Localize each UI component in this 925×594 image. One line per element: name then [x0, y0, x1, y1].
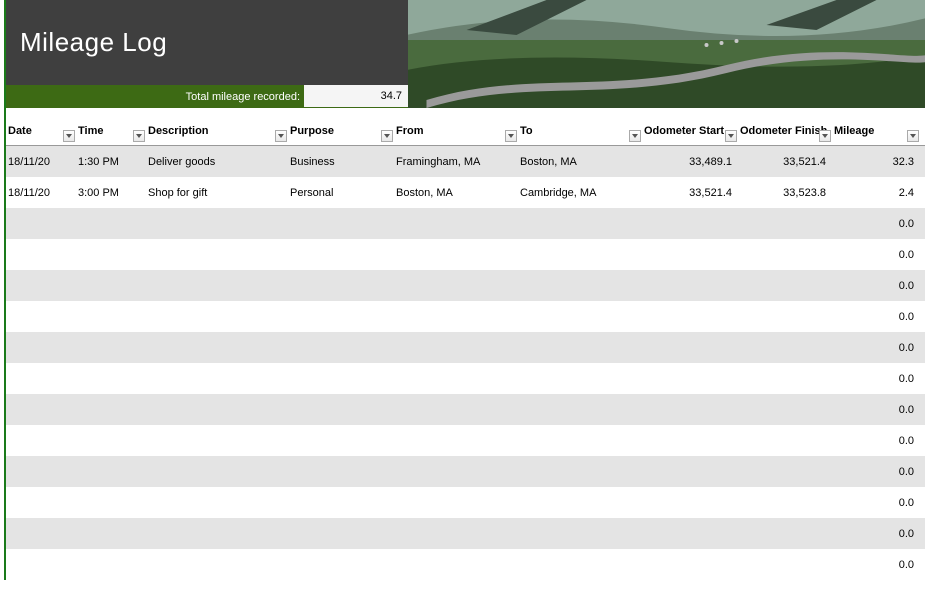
total-label: Total mileage recorded: [6, 85, 304, 108]
col-mileage: Mileage [832, 116, 920, 145]
col-odometer-finish: Odometer Finish [738, 116, 832, 145]
cell[interactable]: 33,521.4 [642, 187, 738, 199]
col-mileage-label: Mileage [834, 125, 874, 137]
cell[interactable]: Deliver goods [146, 156, 288, 168]
table-row[interactable]: 0.0 [6, 487, 925, 518]
cell[interactable]: 0.0 [832, 373, 920, 385]
col-purpose: Purpose [288, 116, 394, 145]
cell[interactable]: Boston, MA [518, 156, 642, 168]
page: Mileage Log Total mileage recorded: 34.7… [4, 0, 925, 580]
table-row[interactable]: 0.0 [6, 425, 925, 456]
header-image [408, 0, 925, 108]
filter-dropdown-icon[interactable] [725, 130, 737, 142]
filter-dropdown-icon[interactable] [505, 130, 517, 142]
header-title-box: Mileage Log [6, 0, 408, 85]
col-date: Date [6, 116, 76, 145]
filter-dropdown-icon[interactable] [819, 130, 831, 142]
cell[interactable]: 0.0 [832, 528, 920, 540]
cell[interactable]: 0.0 [832, 466, 920, 478]
cell[interactable]: 0.0 [832, 497, 920, 509]
cell[interactable]: 0.0 [832, 559, 920, 571]
col-time-label: Time [78, 125, 103, 137]
cell[interactable]: Personal [288, 187, 394, 199]
col-description-label: Description [148, 125, 209, 137]
table-row[interactable]: 0.0 [6, 208, 925, 239]
cell[interactable]: Shop for gift [146, 187, 288, 199]
cell[interactable]: Business [288, 156, 394, 168]
table-row[interactable]: 0.0 [6, 239, 925, 270]
filter-dropdown-icon[interactable] [381, 130, 393, 142]
cell[interactable]: 18/11/20 [6, 187, 76, 199]
cell[interactable]: 3:00 PM [76, 187, 146, 199]
cell[interactable]: 0.0 [832, 404, 920, 416]
cell[interactable]: 0.0 [832, 218, 920, 230]
table-row[interactable]: 0.0 [6, 518, 925, 549]
cell[interactable]: 33,489.1 [642, 156, 738, 168]
col-odometer-start-label: Odometer Start [644, 125, 724, 137]
col-to: To [518, 116, 642, 145]
table-row[interactable]: 0.0 [6, 270, 925, 301]
filter-dropdown-icon[interactable] [275, 130, 287, 142]
filter-dropdown-icon[interactable] [133, 130, 145, 142]
total-value: 34.7 [304, 85, 408, 108]
total-bar: Total mileage recorded: 34.7 [6, 85, 408, 108]
table-row[interactable]: 0.0 [6, 394, 925, 425]
cell[interactable]: 0.0 [832, 342, 920, 354]
cell[interactable]: Cambridge, MA [518, 187, 642, 199]
cell[interactable]: 33,523.8 [738, 187, 832, 199]
col-from: From [394, 116, 518, 145]
col-time: Time [76, 116, 146, 145]
cell[interactable]: 0.0 [832, 249, 920, 261]
col-odometer-finish-label: Odometer Finish [740, 125, 827, 137]
cell[interactable]: 0.0 [832, 280, 920, 292]
col-odometer-start: Odometer Start [642, 116, 738, 145]
cell[interactable]: 1:30 PM [76, 156, 146, 168]
header: Mileage Log Total mileage recorded: 34.7 [6, 0, 925, 108]
cell[interactable]: 33,521.4 [738, 156, 832, 168]
col-purpose-label: Purpose [290, 125, 334, 137]
col-description: Description [146, 116, 288, 145]
cell[interactable]: Boston, MA [394, 187, 518, 199]
col-to-label: To [520, 125, 533, 137]
cell[interactable]: 0.0 [832, 311, 920, 323]
column-headers: Date Time Description Purpose From To Od… [6, 116, 925, 146]
col-from-label: From [396, 125, 424, 137]
table-row[interactable]: 0.0 [6, 301, 925, 332]
filter-dropdown-icon[interactable] [629, 130, 641, 142]
table-row[interactable]: 18/11/203:00 PMShop for giftPersonalBost… [6, 177, 925, 208]
table-row[interactable]: 0.0 [6, 549, 925, 580]
table-row[interactable]: 18/11/201:30 PMDeliver goodsBusinessFram… [6, 146, 925, 177]
cell[interactable]: 0.0 [832, 435, 920, 447]
table-row[interactable]: 0.0 [6, 456, 925, 487]
cell[interactable]: 32.3 [832, 156, 920, 168]
table-row[interactable]: 0.0 [6, 363, 925, 394]
table-body: 18/11/201:30 PMDeliver goodsBusinessFram… [6, 146, 925, 580]
filter-dropdown-icon[interactable] [907, 130, 919, 142]
filter-dropdown-icon[interactable] [63, 130, 75, 142]
cell[interactable]: 18/11/20 [6, 156, 76, 168]
cell[interactable]: Framingham, MA [394, 156, 518, 168]
cell[interactable]: 2.4 [832, 187, 920, 199]
table-row[interactable]: 0.0 [6, 332, 925, 363]
col-date-label: Date [8, 125, 32, 137]
page-title: Mileage Log [20, 27, 167, 58]
